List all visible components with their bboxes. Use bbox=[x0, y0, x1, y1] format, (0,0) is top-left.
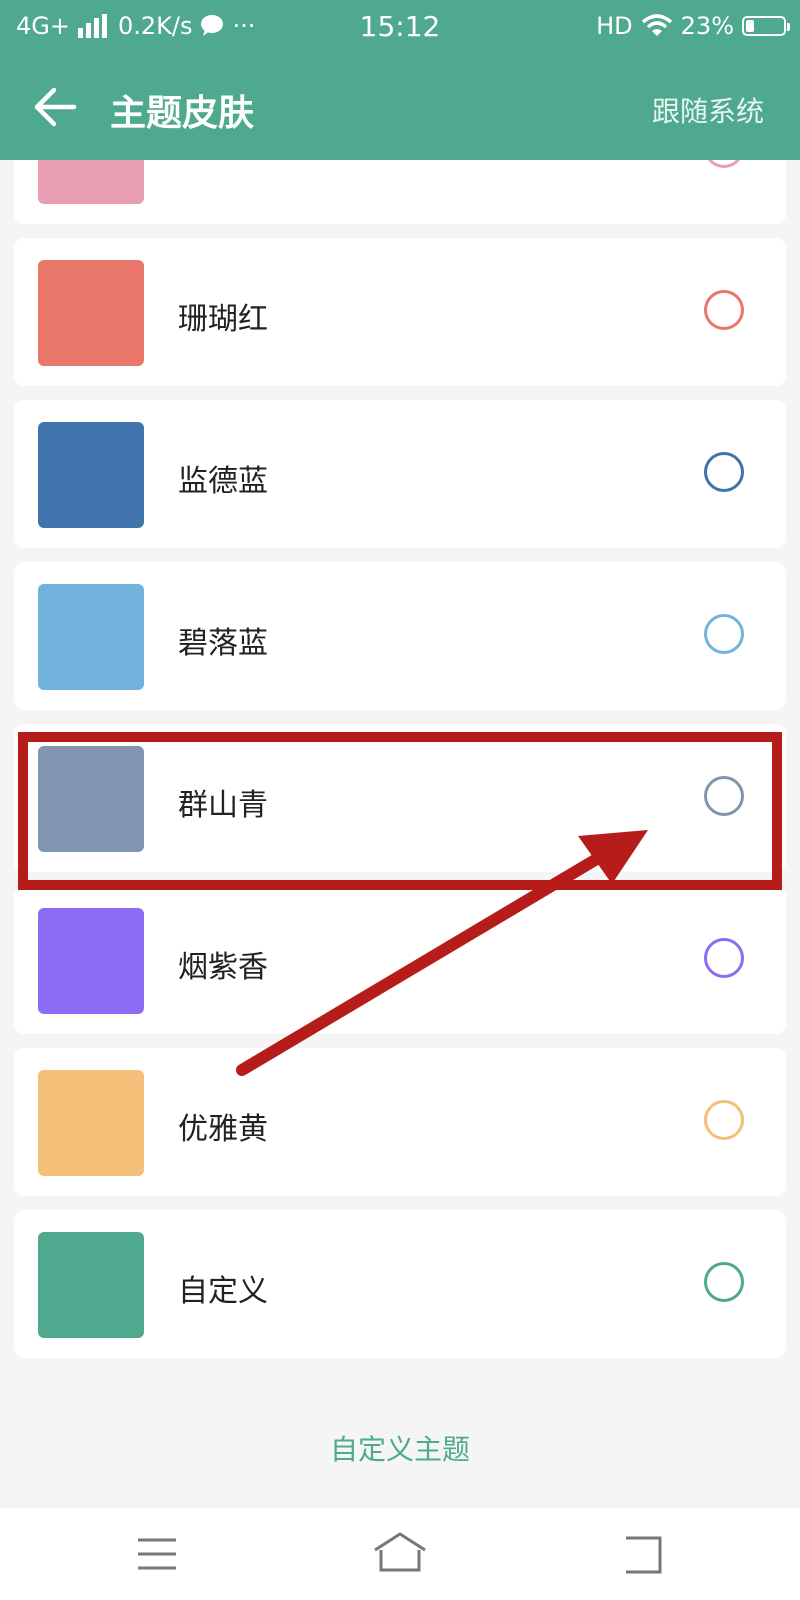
theme-item[interactable]: 碧落蓝 bbox=[14, 562, 786, 710]
theme-item[interactable]: 珊瑚红 bbox=[14, 238, 786, 386]
radio-button[interactable] bbox=[704, 290, 744, 330]
bottom-nav-bar bbox=[0, 1508, 800, 1600]
theme-item[interactable]: 自定义 bbox=[14, 1210, 786, 1358]
app-header: 主题皮肤 跟随系统 bbox=[0, 56, 800, 160]
radio-button[interactable] bbox=[704, 776, 744, 816]
status-bar: 4G+ 0.2K/s ··· 15:12 HD 23% bbox=[0, 0, 800, 56]
radio-button[interactable] bbox=[704, 614, 744, 654]
radio-button[interactable] bbox=[704, 452, 744, 492]
theme-label: 监德蓝 bbox=[178, 464, 268, 499]
page-title: 主题皮肤 bbox=[110, 93, 255, 134]
home-icon[interactable] bbox=[365, 1526, 435, 1586]
theme-label: 碧落蓝 bbox=[178, 626, 268, 661]
status-right: HD 23% bbox=[596, 12, 790, 40]
color-swatch bbox=[38, 1070, 144, 1176]
back-nav-icon[interactable] bbox=[610, 1526, 680, 1586]
theme-item[interactable]: 优雅黄 bbox=[14, 1048, 786, 1196]
theme-label: 珊瑚红 bbox=[178, 302, 268, 337]
menu-icon[interactable] bbox=[122, 1526, 192, 1586]
radio-button[interactable] bbox=[704, 938, 744, 978]
theme-label: 烟紫香 bbox=[178, 950, 268, 985]
follow-system-button[interactable]: 跟随系统 bbox=[652, 90, 764, 130]
color-swatch bbox=[38, 260, 144, 366]
color-swatch bbox=[38, 584, 144, 690]
battery-percent: 23% bbox=[680, 12, 734, 40]
theme-label: 优雅黄 bbox=[178, 1112, 268, 1147]
theme-item[interactable]: 烟紫香 bbox=[14, 886, 786, 1034]
theme-item[interactable]: 群山青 bbox=[14, 724, 786, 872]
color-swatch bbox=[38, 746, 144, 852]
color-swatch bbox=[38, 908, 144, 1014]
wifi-icon bbox=[641, 14, 672, 36]
theme-label: 群山青 bbox=[178, 788, 268, 823]
radio-button[interactable] bbox=[704, 1262, 744, 1302]
color-swatch bbox=[38, 422, 144, 528]
battery-icon bbox=[742, 16, 790, 36]
custom-theme-link[interactable]: 自定义主题 bbox=[0, 1428, 800, 1468]
radio-button[interactable] bbox=[704, 1100, 744, 1140]
theme-label: 自定义 bbox=[178, 1274, 268, 1309]
theme-item[interactable]: 监德蓝 bbox=[14, 400, 786, 548]
hd-indicator: HD bbox=[596, 12, 633, 40]
battery-level bbox=[746, 20, 755, 32]
color-swatch bbox=[38, 1232, 144, 1338]
back-arrow-icon[interactable] bbox=[32, 84, 78, 130]
